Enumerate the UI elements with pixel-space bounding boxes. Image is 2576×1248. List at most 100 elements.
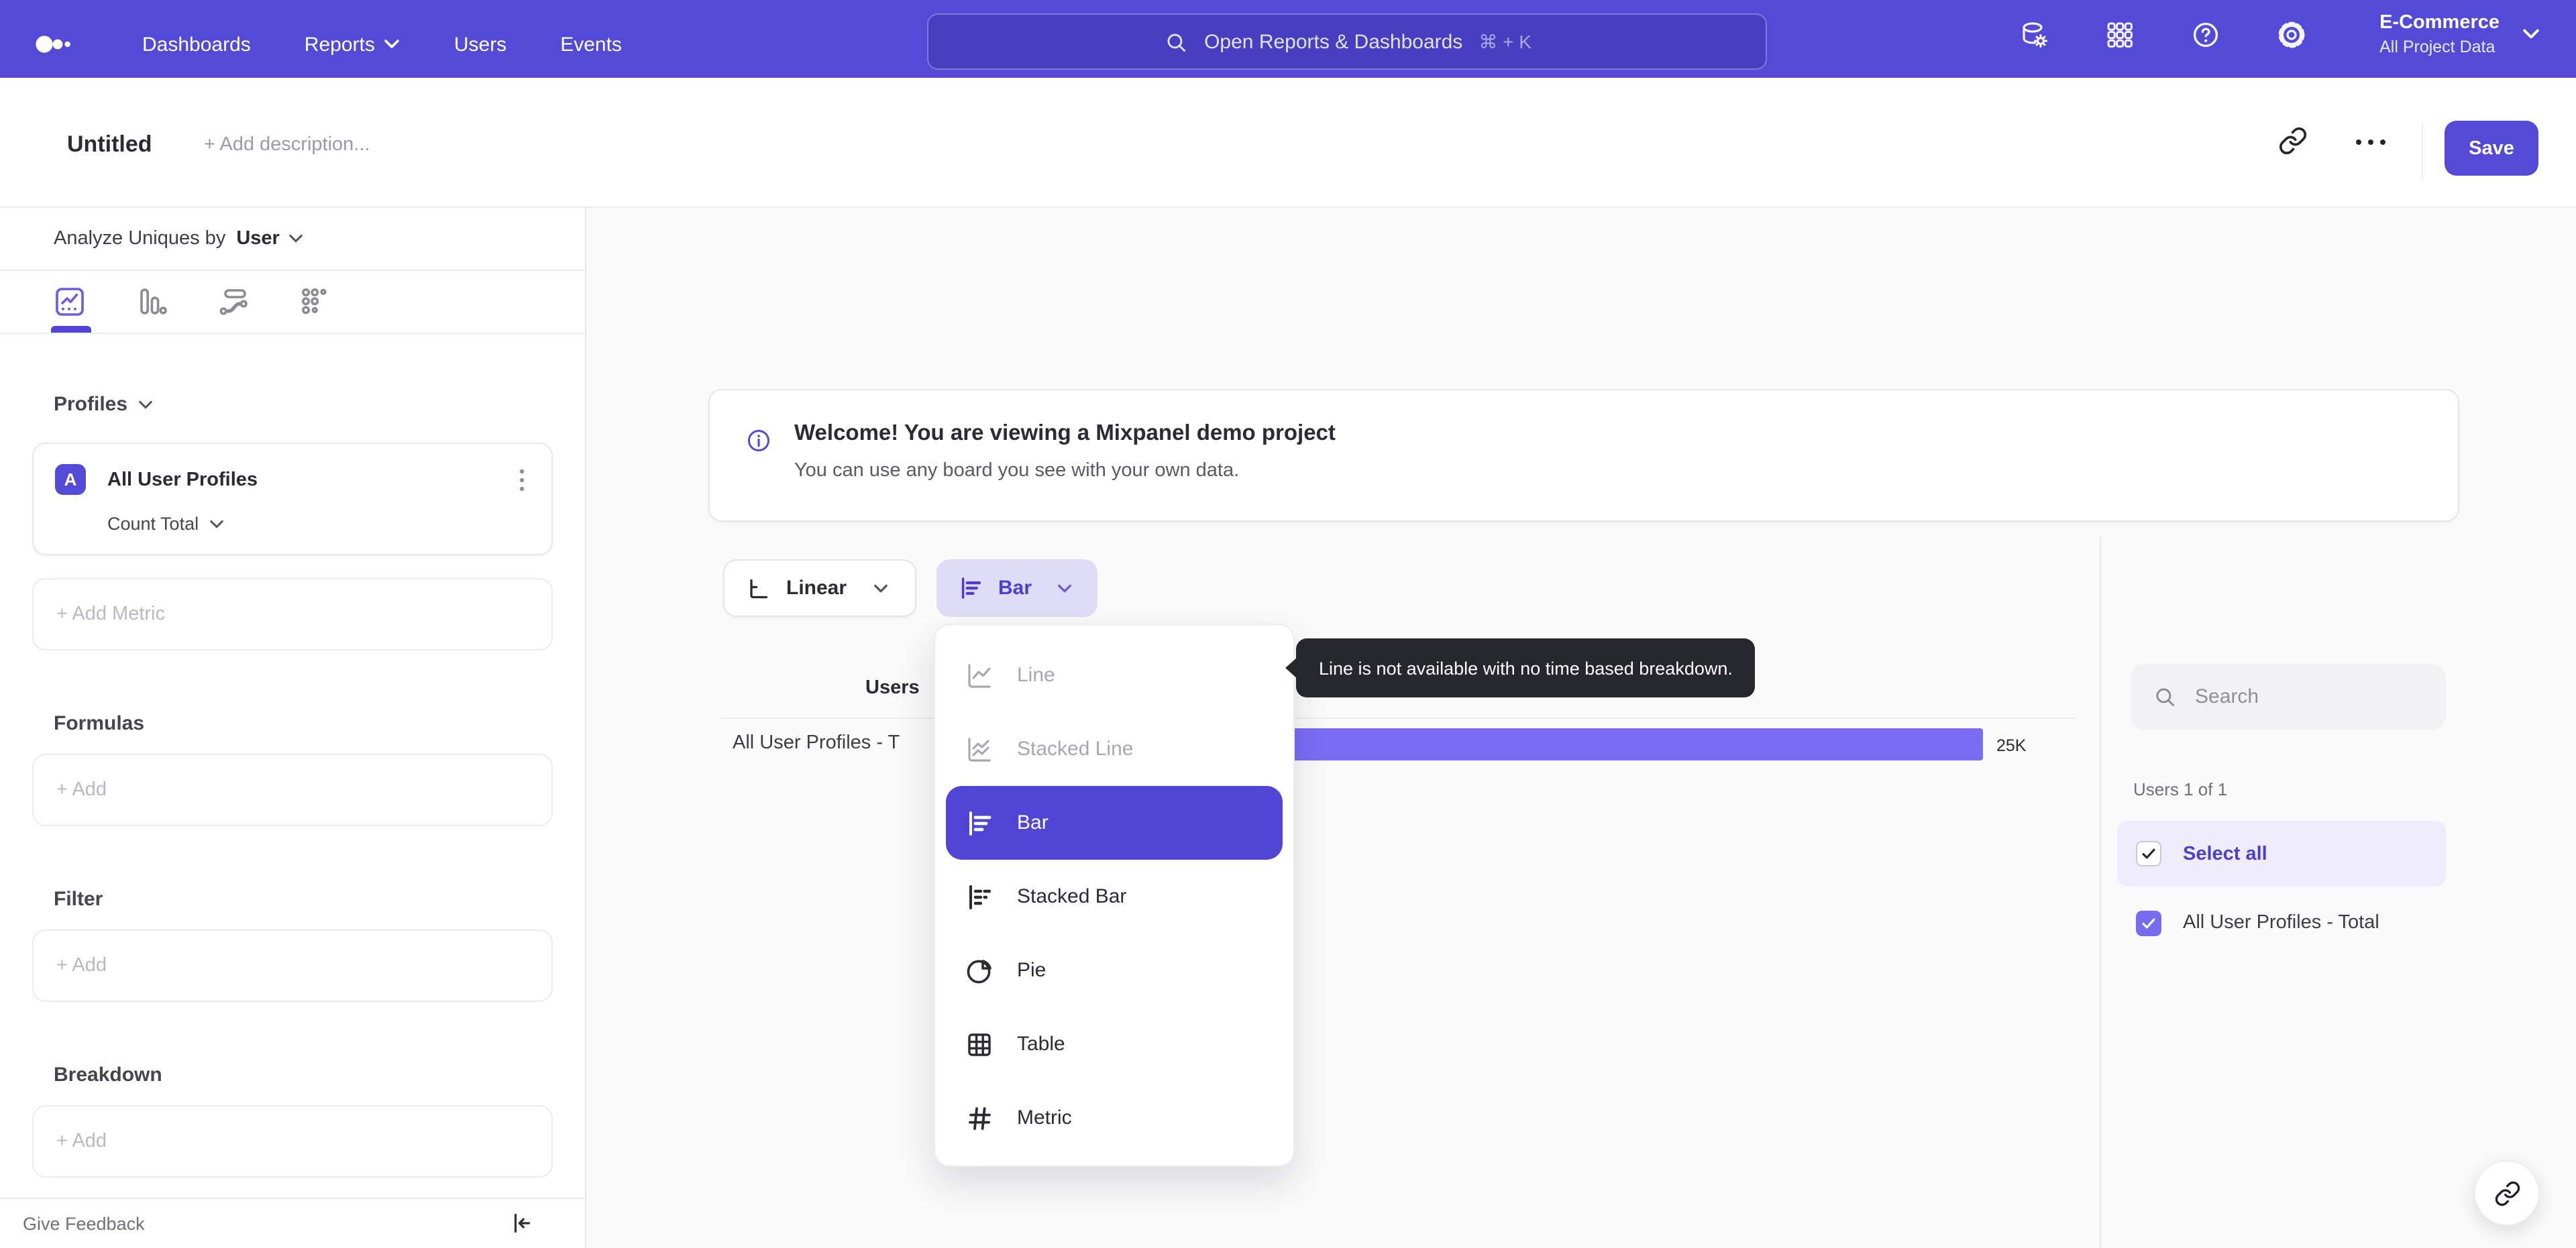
chevron-down-icon: [139, 400, 152, 408]
query-builder-sidebar: Analyze Uniques by User Profiles A All U…: [0, 208, 586, 1248]
sidebar-content: Profiles A All User Profiles Count Total: [0, 393, 585, 1178]
stacked-bar-icon: [969, 885, 991, 909]
nav-item-dashboards[interactable]: Dashboards: [142, 33, 251, 56]
nav-label: Users: [453, 33, 507, 56]
nav-item-reports[interactable]: Reports: [305, 33, 400, 56]
series-item-row[interactable]: All User Profiles - Total: [2117, 896, 2446, 950]
nav-item-users[interactable]: Users: [454, 33, 506, 56]
menu-item-pie[interactable]: Pie: [946, 933, 1283, 1007]
collapse-sidebar-icon[interactable]: [507, 1210, 534, 1237]
metric-name: All User Profiles: [107, 469, 258, 490]
project-scope: All Project Data: [2379, 38, 2496, 56]
bar-icon: [969, 811, 991, 835]
series-search-input[interactable]: [2195, 685, 2423, 708]
copy-link-icon[interactable]: [2278, 126, 2308, 156]
menu-item-bar[interactable]: Bar: [946, 786, 1283, 860]
more-options-icon[interactable]: [2355, 138, 2387, 146]
mixpanel-logo[interactable]: [35, 35, 75, 54]
menu-item-table[interactable]: Table: [946, 1007, 1283, 1081]
search-icon: [1167, 33, 1185, 52]
menu-item-stacked-bar[interactable]: Stacked Bar: [946, 860, 1283, 933]
nav-label: Reports: [304, 33, 375, 56]
project-selector[interactable]: E-Commerce All Project Data: [2379, 11, 2540, 58]
chart-type-button[interactable]: Bar: [936, 559, 1097, 617]
analyze-entity-select[interactable]: User: [236, 228, 304, 249]
retention-tab-icon[interactable]: [298, 284, 333, 319]
analyze-uniques-row: Analyze Uniques by User: [0, 208, 585, 271]
share-link-fab[interactable]: [2474, 1160, 2540, 1226]
table-icon: [968, 1033, 991, 1056]
report-title[interactable]: Untitled: [67, 131, 152, 158]
chevron-down-icon: [874, 583, 888, 592]
add-filter-button[interactable]: + Add: [32, 929, 553, 1002]
chevron-down-icon: [210, 519, 223, 528]
active-tab-indicator: [51, 326, 91, 333]
link-icon: [2494, 1180, 2520, 1206]
top-nav-right: E-Commerce All Project Data: [2017, 11, 2540, 58]
chart-type-menu: Line Stacked Line Bar Stacked Bar Pie Ta…: [934, 624, 1295, 1167]
help-icon[interactable]: [2189, 18, 2221, 50]
mixpanel-dots-icon: [36, 36, 70, 53]
profiles-section-header[interactable]: Profiles: [54, 393, 553, 416]
series-panel: Users 1 of 1 Select all All User Profile…: [2100, 536, 2576, 1248]
menu-item-label: Bar: [1017, 811, 1049, 834]
menu-item-line: Line: [946, 638, 1283, 712]
menu-item-metric[interactable]: Metric: [946, 1081, 1283, 1155]
nav-item-events[interactable]: Events: [560, 33, 622, 56]
scale-label: Linear: [786, 577, 847, 600]
flows-tab-icon[interactable]: [216, 284, 251, 319]
data-management-icon[interactable]: [2017, 18, 2049, 50]
add-metric-button[interactable]: + Add Metric: [32, 578, 553, 650]
formulas-header-label: Formulas: [54, 712, 145, 735]
metric-hash-icon: [969, 1107, 991, 1129]
series-search-box[interactable]: [2131, 664, 2446, 730]
add-description-field[interactable]: + Add description...: [204, 134, 370, 156]
filter-header-label: Filter: [54, 888, 103, 911]
breakdown-section-header: Breakdown: [54, 1064, 553, 1086]
add-formula-button[interactable]: + Add: [32, 754, 553, 826]
select-all-checkbox[interactable]: [2136, 841, 2161, 866]
give-feedback-link[interactable]: Give Feedback: [23, 1214, 145, 1234]
filter-section-header: Filter: [54, 888, 553, 911]
stacked-line-icon: [968, 737, 991, 761]
settings-gear-icon[interactable]: [2275, 18, 2307, 50]
select-all-row[interactable]: Select all: [2117, 821, 2446, 887]
pie-icon: [967, 959, 991, 983]
chart-row-label: All User Profiles - T: [733, 732, 900, 754]
report-canvas: Welcome! You are viewing a Mixpanel demo…: [586, 208, 2576, 1248]
chart-header-divider: [720, 718, 2076, 719]
report-type-tabs: [0, 271, 585, 334]
chart-type-label: Bar: [998, 577, 1032, 600]
metric-badge: A: [55, 464, 86, 495]
save-button[interactable]: Save: [2445, 121, 2538, 176]
insights-tab-icon[interactable]: [52, 284, 87, 319]
search-shortcut: ⌘ + K: [1479, 30, 1532, 52]
analyze-label: Analyze Uniques by: [54, 228, 226, 249]
banner-title: Welcome! You are viewing a Mixpanel demo…: [794, 421, 1336, 445]
menu-item-label: Line: [1017, 664, 1055, 687]
formulas-section-header: Formulas: [54, 712, 553, 735]
analyze-entity-value: User: [236, 228, 280, 249]
menu-item-label: Stacked Line: [1017, 738, 1134, 760]
metric-card[interactable]: A All User Profiles Count Total: [32, 443, 553, 555]
series-count-label: Users 1 of 1: [2133, 779, 2228, 799]
menu-item-label: Table: [1017, 1033, 1065, 1056]
funnels-tab-icon[interactable]: [134, 284, 169, 319]
aggregation-select[interactable]: Count Total: [107, 514, 530, 534]
add-breakdown-button[interactable]: + Add: [32, 1105, 553, 1178]
aggregation-value: Count Total: [107, 514, 199, 534]
metric-options-kebab-icon[interactable]: [511, 465, 533, 495]
profiles-header-label: Profiles: [54, 393, 128, 416]
series-item-checkbox[interactable]: [2136, 910, 2161, 935]
demo-banner: Welcome! You are viewing a Mixpanel demo…: [708, 389, 2459, 522]
scale-selector-button[interactable]: Linear: [723, 559, 916, 617]
banner-subtitle: You can use any board you see with your …: [794, 460, 1240, 481]
project-name: E-Commerce: [2379, 12, 2500, 34]
chart-group-column-header: Users: [865, 677, 920, 699]
global-search[interactable]: Open Reports & Dashboards ⌘ + K: [927, 13, 1767, 70]
global-search-placeholder: Open Reports & Dashboards: [1204, 30, 1463, 53]
disabled-option-tooltip: Line is not available with no time based…: [1285, 638, 1756, 697]
menu-item-label: Metric: [1017, 1107, 1072, 1129]
apps-grid-icon[interactable]: [2103, 18, 2135, 50]
bar-chart-icon: [961, 577, 981, 599]
